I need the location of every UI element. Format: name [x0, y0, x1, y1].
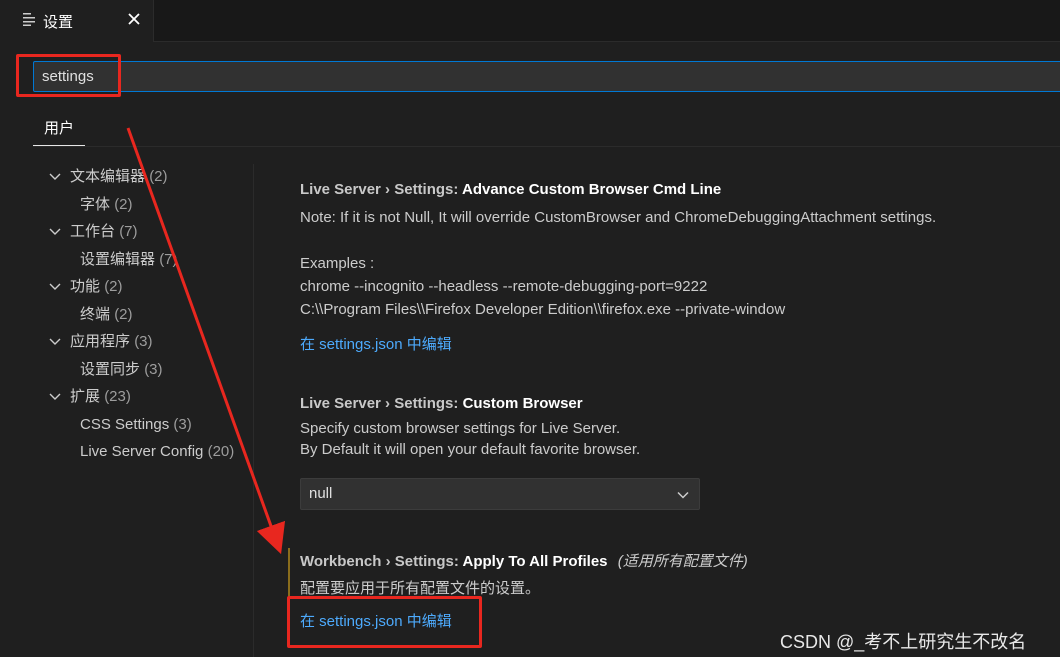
toc-count: (3): [173, 416, 192, 433]
toc-label: 工作台: [70, 223, 116, 240]
toc-count: (3): [134, 333, 153, 350]
tab-user[interactable]: 用户: [33, 114, 85, 146]
toc-count: (2): [104, 278, 123, 295]
editor-tab-bar: 设置: [0, 0, 1060, 42]
setting-title: Live Server › Settings: Advance Custom B…: [300, 181, 936, 198]
setting-description: 配置要应用于所有配置文件的设置。: [300, 580, 541, 597]
toc-item-workbench[interactable]: 工作台 (7): [48, 221, 138, 243]
setting-category: Workbench › Settings:: [300, 553, 463, 570]
setting-category: Live Server › Settings:: [300, 181, 462, 198]
toc-item-settings-editor[interactable]: 设置编辑器 (7): [80, 249, 178, 271]
chevron-down-icon: [49, 393, 61, 400]
setting-scope-tag: (适用所有配置文件): [617, 553, 748, 570]
chevron-down-icon: [49, 228, 61, 235]
toc-label: CSS Settings: [80, 416, 170, 433]
setting-description: chrome --incognito --headless --remote-d…: [300, 278, 708, 295]
setting-description: By Default it will open your default fav…: [300, 441, 641, 458]
setting-description: C:\\Program Files\\Firefox Developer Edi…: [300, 301, 786, 318]
scope-divider: [33, 146, 1060, 147]
toc-count: (2): [149, 168, 168, 185]
settings-search-input[interactable]: settings: [33, 61, 1060, 92]
chevron-down-icon: [677, 491, 689, 499]
toc-count: (7): [119, 223, 138, 240]
custom-browser-select[interactable]: null: [300, 478, 700, 510]
toc-label: 字体: [80, 196, 111, 213]
setting-description: Specify custom browser settings for Live…: [300, 420, 621, 437]
toc-divider: [253, 164, 254, 657]
toc-item-live-server-config[interactable]: Live Server Config (20): [80, 441, 234, 463]
toc-count: (2): [114, 306, 133, 323]
toc-count: (2): [114, 196, 133, 213]
toc-label: 设置同步: [80, 361, 141, 378]
setting-advance-custom-browser-cmd-line: Live Server › Settings: Advance Custom B…: [300, 181, 936, 354]
toc-item-font[interactable]: 字体 (2): [80, 194, 133, 216]
toc-item-text-editor[interactable]: 文本编辑器 (2): [48, 166, 168, 188]
settings-list-icon: [23, 13, 35, 26]
toc-label: 终端: [80, 306, 111, 323]
toc-item-terminal[interactable]: 终端 (2): [80, 304, 133, 326]
toc-count: (20): [207, 443, 235, 460]
toc-item-css-settings[interactable]: CSS Settings (3): [80, 414, 192, 436]
toc-count: (7): [159, 251, 178, 268]
toc-item-settings-sync[interactable]: 设置同步 (3): [80, 359, 163, 381]
toc-item-application[interactable]: 应用程序 (3): [48, 331, 153, 353]
chevron-down-icon: [49, 338, 61, 345]
setting-title: Live Server › Settings: Custom Browser: [300, 395, 640, 412]
chevron-down-icon: [49, 173, 61, 180]
setting-name: Apply To All Profiles: [462, 553, 608, 570]
setting-description: [300, 229, 936, 252]
toc-count: (23): [104, 388, 131, 405]
select-value: null: [309, 485, 333, 502]
toc-label: Live Server Config: [80, 443, 204, 460]
setting-apply-to-all-profiles: Workbench › Settings: Apply To All Profi…: [300, 550, 748, 631]
setting-custom-browser: Live Server › Settings: Custom Browser S…: [300, 395, 640, 460]
setting-name: Custom Browser: [462, 395, 583, 412]
chevron-down-icon: [49, 283, 61, 290]
modified-indicator: [288, 548, 290, 600]
close-icon[interactable]: [124, 9, 144, 29]
edit-in-settings-json-link[interactable]: 在 settings.json 中编辑: [300, 333, 936, 354]
watermark-text: CSDN @_考不上研究生不改名: [780, 632, 1027, 652]
toc-count: (3): [144, 361, 163, 378]
toc-label: 功能: [70, 278, 101, 295]
tab-label: 设置: [43, 14, 74, 31]
toc-label: 设置编辑器: [80, 251, 156, 268]
setting-name: Advance Custom Browser Cmd Line: [462, 181, 722, 198]
setting-category: Live Server › Settings:: [300, 395, 463, 412]
settings-tab[interactable]: 设置: [0, 0, 154, 42]
toc-label: 扩展: [70, 388, 101, 405]
toc-label: 应用程序: [70, 333, 131, 350]
toc-item-extensions[interactable]: 扩展 (23): [48, 386, 131, 408]
toc-item-features[interactable]: 功能 (2): [48, 276, 123, 298]
setting-description: Note: If it is not Null, It will overrid…: [300, 209, 937, 226]
setting-description: Examples :: [300, 255, 375, 272]
edit-in-settings-json-link[interactable]: 在 settings.json 中编辑: [300, 610, 748, 631]
setting-title: Workbench › Settings: Apply To All Profi…: [300, 550, 748, 571]
toc-label: 文本编辑器: [70, 168, 146, 185]
